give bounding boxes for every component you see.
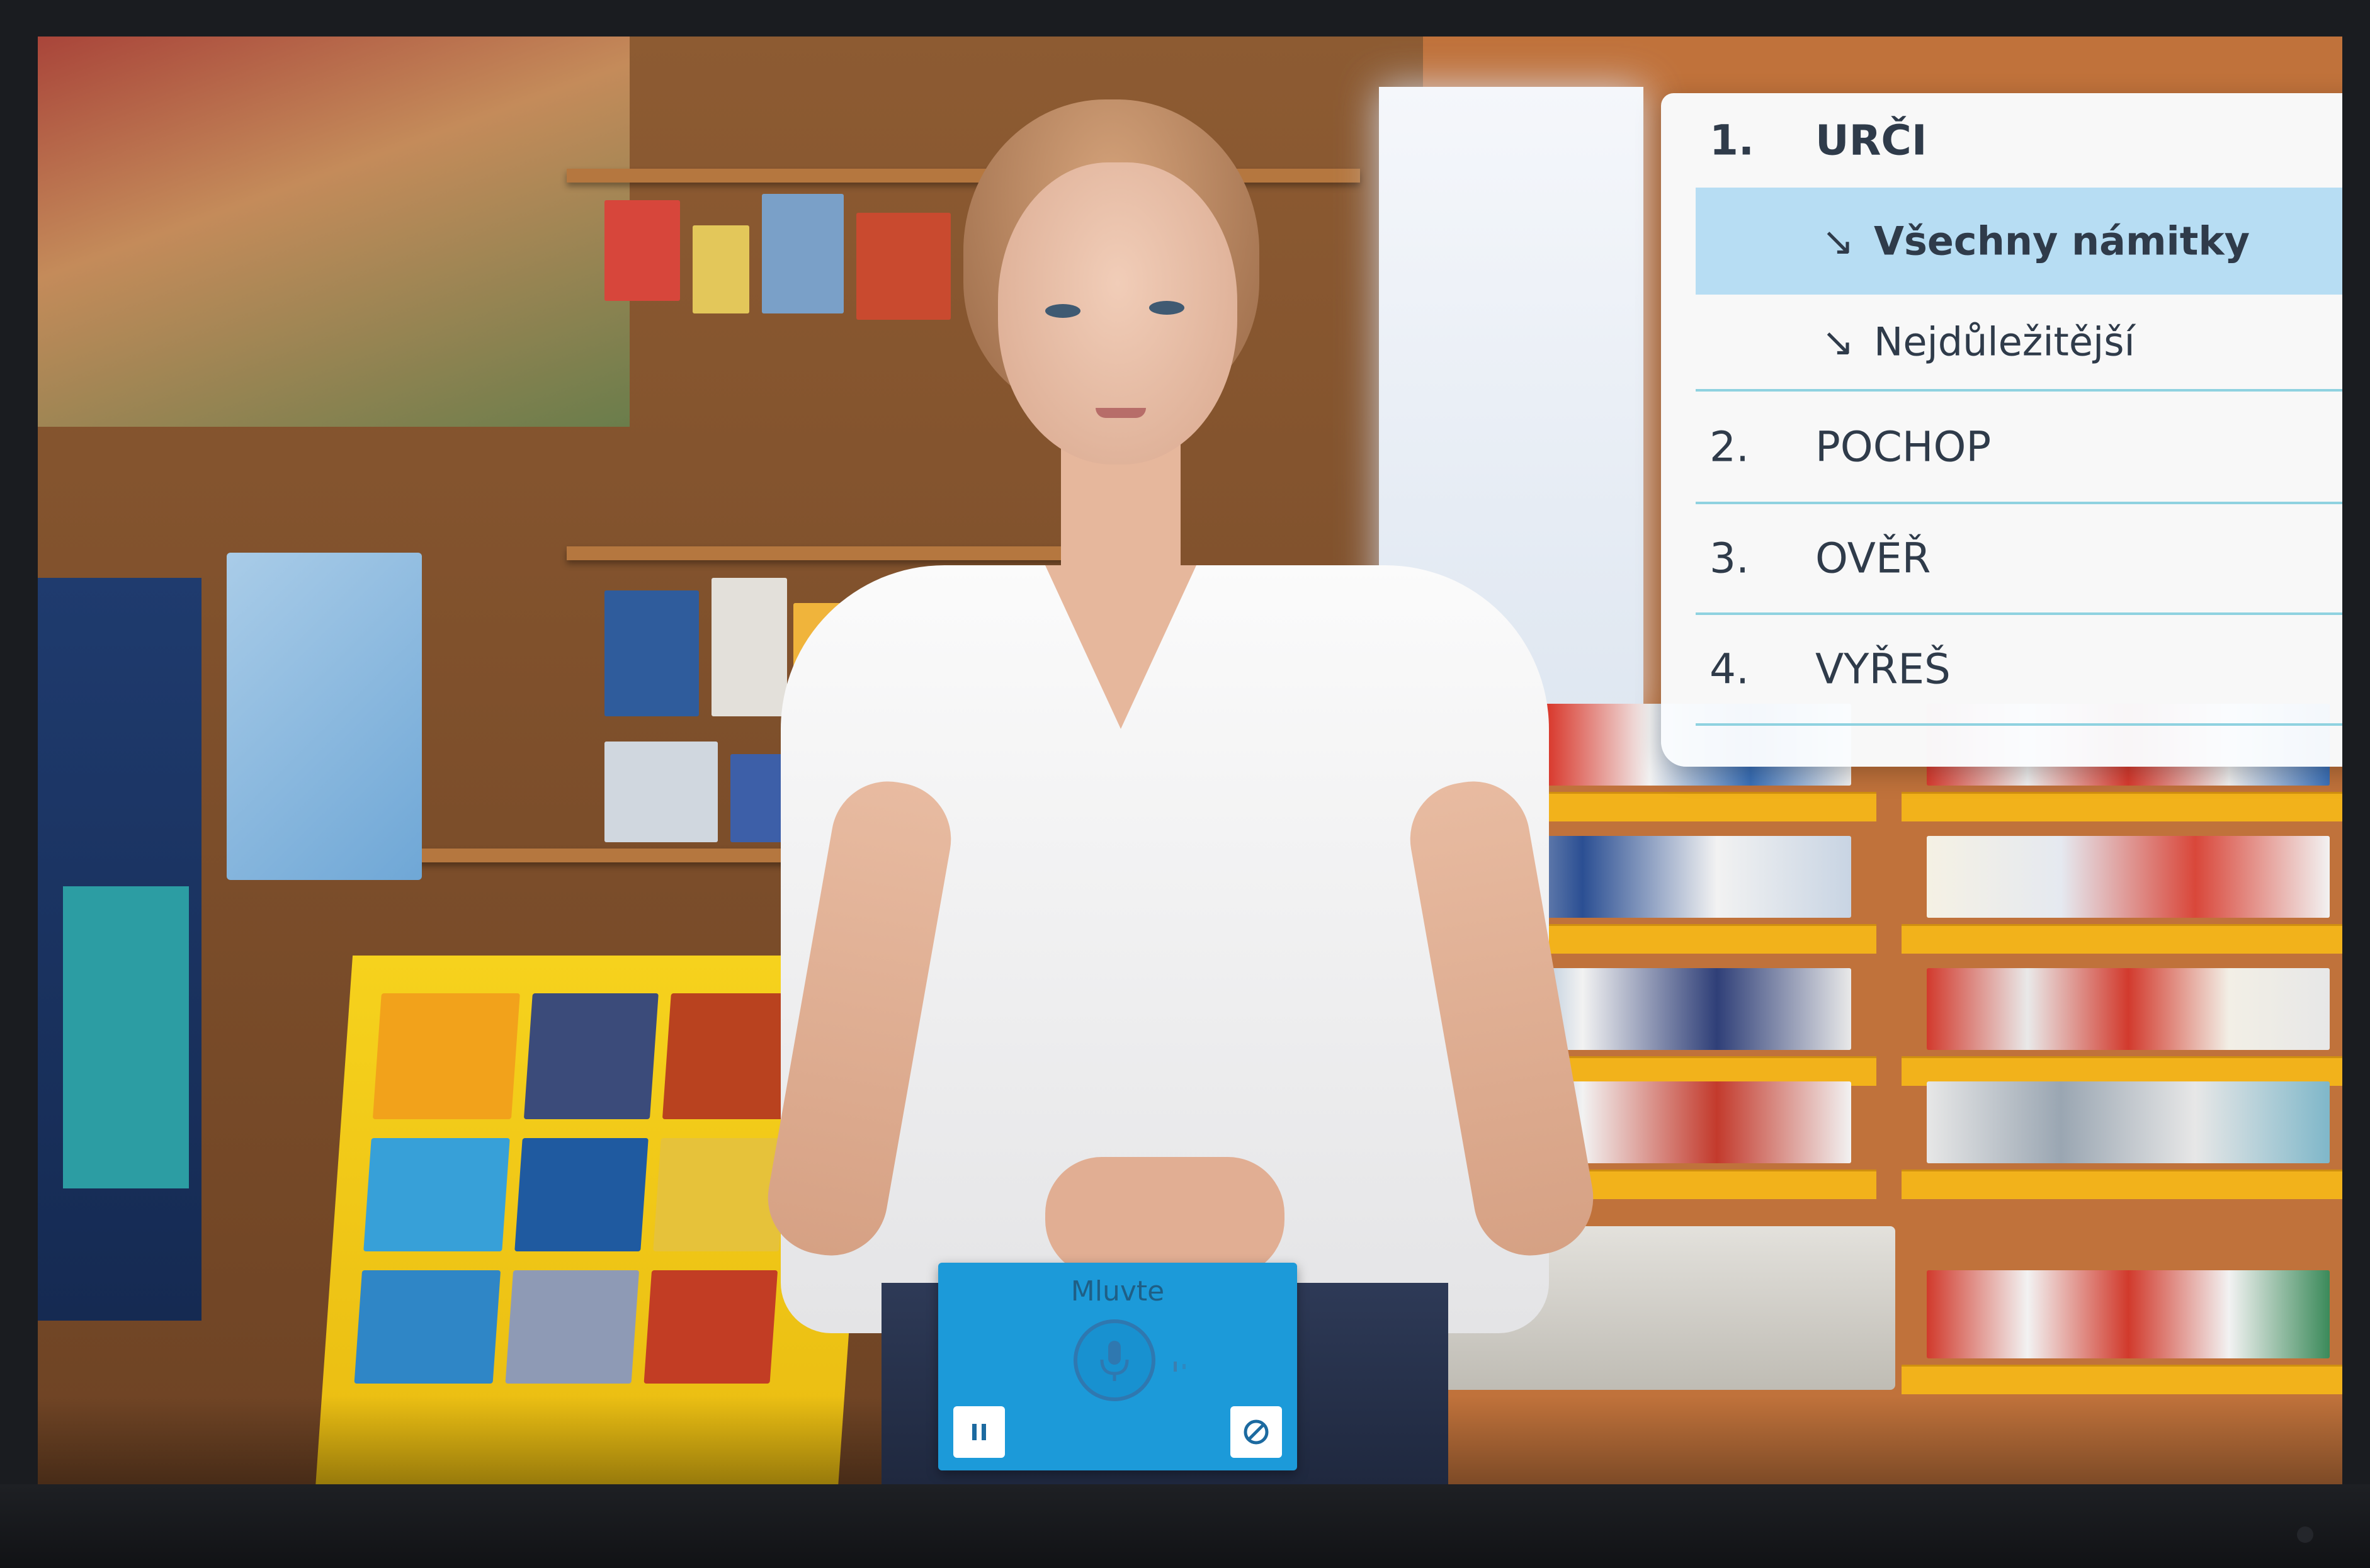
lottery-ticket bbox=[372, 993, 520, 1119]
product bbox=[604, 590, 699, 716]
lottery-ticket bbox=[514, 1138, 649, 1251]
microphone-button[interactable] bbox=[1074, 1319, 1155, 1401]
step-label: VYŘEŠ bbox=[1815, 645, 1951, 694]
presenter-face bbox=[998, 162, 1237, 465]
shelf-board bbox=[567, 546, 1133, 560]
pause-icon bbox=[972, 1424, 986, 1440]
substep-most-important[interactable]: ↘ Nejdůležitější bbox=[1696, 295, 2342, 392]
step-label: POCHOP bbox=[1815, 422, 1992, 471]
step-label: URČI bbox=[1815, 116, 1927, 165]
voice-control-widget: Mluvte bbox=[938, 1263, 1297, 1470]
lottery-ticket bbox=[354, 1270, 501, 1384]
gift-bag bbox=[227, 553, 422, 880]
substep-label: Nejdůležitější bbox=[1874, 319, 2135, 365]
price-strip bbox=[1902, 1170, 2342, 1199]
step-row-1[interactable]: 1. URČI bbox=[1696, 93, 2342, 188]
monitor-frame: 1. URČI ↘ Všechny námitky ↘ Nejdůležitěj… bbox=[0, 0, 2370, 1568]
mic-level-indicator bbox=[1172, 1356, 1210, 1381]
lottery-ticket bbox=[505, 1270, 640, 1384]
step-label: OVĚŘ bbox=[1815, 534, 1931, 583]
substep-label: Všechny námitky bbox=[1874, 218, 2250, 264]
lottery-ticket bbox=[662, 993, 797, 1119]
price-strip bbox=[1902, 924, 2342, 954]
lottery-ticket bbox=[653, 1138, 787, 1251]
presenter-hands bbox=[1045, 1157, 1284, 1277]
product bbox=[712, 578, 787, 716]
price-strip bbox=[1902, 792, 2342, 821]
promo-poster-panel bbox=[63, 886, 189, 1188]
product bbox=[604, 200, 680, 301]
step-row-4[interactable]: 4. VYŘEŠ bbox=[1696, 615, 2342, 726]
product bbox=[604, 742, 718, 842]
arrow-down-right-icon: ↘ bbox=[1822, 218, 1854, 264]
cancel-button[interactable] bbox=[1230, 1406, 1282, 1458]
voice-prompt-label: Mluvte bbox=[1070, 1275, 1165, 1307]
product bbox=[762, 194, 844, 313]
lottery-ticket bbox=[363, 1138, 510, 1251]
cigarette-packs bbox=[1927, 1081, 2330, 1163]
power-indicator-icon bbox=[2297, 1526, 2313, 1543]
presenter-eye-right bbox=[1149, 301, 1184, 315]
presenter-mouth bbox=[1096, 408, 1146, 418]
arrow-down-right-icon: ↘ bbox=[1822, 319, 1854, 365]
step-number: 4. bbox=[1709, 645, 1749, 694]
shelf-board bbox=[390, 849, 819, 862]
cigarette-packs bbox=[1927, 1270, 2330, 1358]
monitor-bezel bbox=[0, 1484, 2370, 1568]
step-number: 3. bbox=[1709, 534, 1749, 583]
pause-button[interactable] bbox=[953, 1406, 1005, 1458]
cigarette-packs bbox=[1927, 836, 2330, 918]
step-row-3[interactable]: 3. OVĚŘ bbox=[1696, 504, 2342, 615]
cigarette-packs bbox=[1927, 968, 2330, 1050]
price-strip bbox=[1902, 1365, 2342, 1394]
substep-all-objections[interactable]: ↘ Všechny námitky bbox=[1696, 188, 2342, 295]
cancel-icon bbox=[1244, 1419, 1269, 1445]
step-number: 2. bbox=[1709, 422, 1749, 471]
magazine-rack bbox=[38, 37, 630, 427]
video-screen: 1. URČI ↘ Všechny námitky ↘ Nejdůležitěj… bbox=[38, 37, 2342, 1484]
steps-panel: 1. URČI ↘ Všechny námitky ↘ Nejdůležitěj… bbox=[1661, 93, 2342, 767]
product bbox=[856, 213, 951, 320]
microphone-icon bbox=[1100, 1341, 1129, 1381]
step-number: 1. bbox=[1709, 116, 1754, 165]
step-row-2[interactable]: 2. POCHOP bbox=[1696, 392, 2342, 504]
lottery-ticket bbox=[523, 993, 659, 1119]
product bbox=[693, 225, 749, 313]
presenter-eye-left bbox=[1045, 304, 1080, 318]
lottery-ticket bbox=[644, 1270, 778, 1384]
